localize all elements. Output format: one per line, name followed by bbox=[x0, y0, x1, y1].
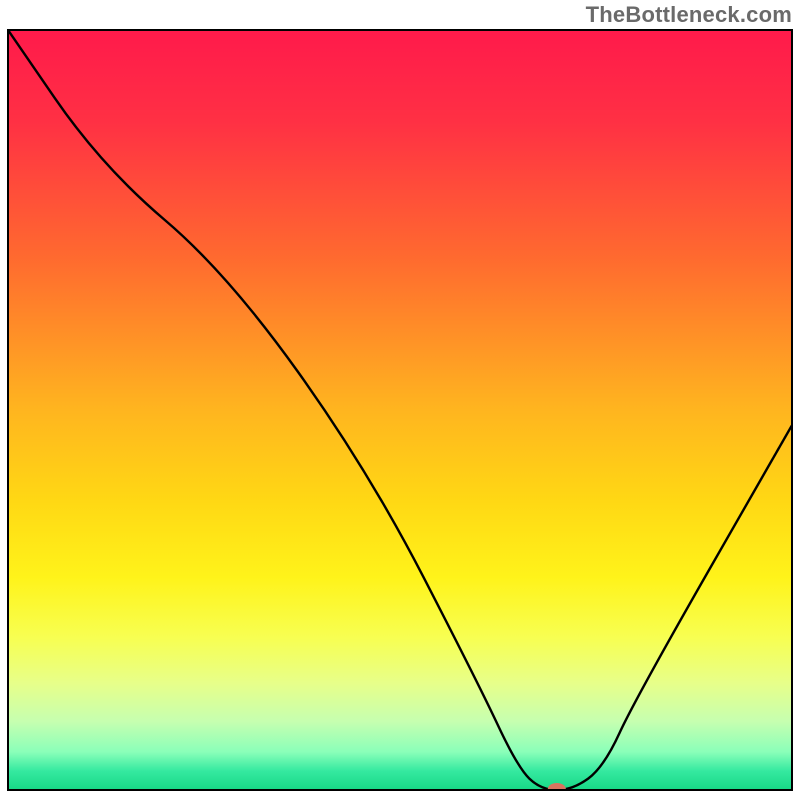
chart-stage: TheBottleneck.com bbox=[0, 0, 800, 800]
watermark-text: TheBottleneck.com bbox=[586, 2, 792, 28]
gradient-background bbox=[8, 30, 792, 790]
chart-svg bbox=[0, 0, 800, 800]
plot-area bbox=[8, 30, 792, 795]
